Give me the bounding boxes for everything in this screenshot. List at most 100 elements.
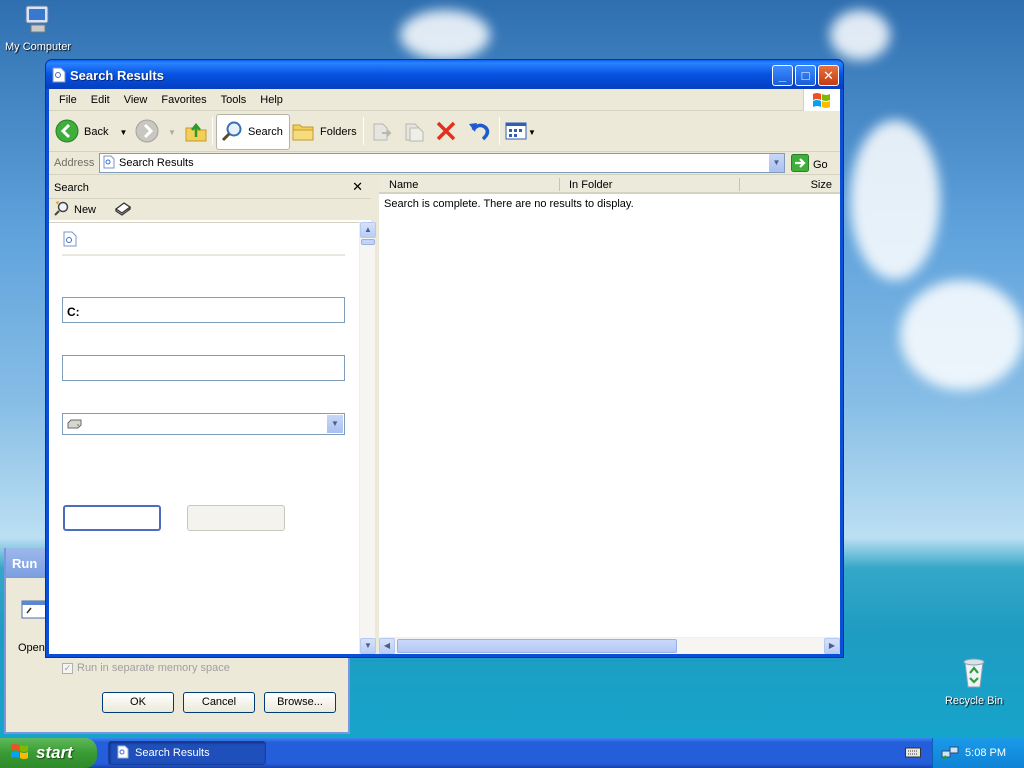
- maximize-button[interactable]: □: [795, 65, 816, 86]
- menu-view[interactable]: View: [117, 94, 155, 106]
- search-text-field[interactable]: [62, 355, 345, 381]
- results-list-view: Name In Folder Size Search is complete. …: [379, 176, 840, 654]
- column-header-name[interactable]: Name: [389, 179, 418, 191]
- menu-edit[interactable]: Edit: [84, 94, 117, 106]
- results-horizontal-scrollbar[interactable]: ◀ ▶: [379, 637, 840, 654]
- window-titlebar[interactable]: Search Results _ □ ✕: [46, 60, 843, 89]
- undo-button[interactable]: [467, 114, 491, 150]
- toolbar-separator: [212, 117, 213, 145]
- back-button[interactable]: Back ▼: [55, 114, 127, 150]
- clock[interactable]: 5:08 PM: [965, 747, 1006, 759]
- dropdown-arrow-icon[interactable]: ▼: [168, 128, 176, 137]
- column-header: Name In Folder Size: [379, 176, 840, 194]
- minimize-button[interactable]: _: [772, 65, 793, 86]
- new-search-button[interactable]: New: [54, 200, 96, 219]
- menu-favorites[interactable]: Favorites: [154, 94, 213, 106]
- scroll-thumb[interactable]: [361, 239, 375, 245]
- search-results-icon: [117, 745, 129, 762]
- menu-bar: File Edit View Favorites Tools Help: [49, 89, 840, 111]
- close-icon: ✕: [823, 68, 834, 83]
- close-pane-icon[interactable]: ✕: [352, 179, 363, 195]
- desktop-icon-my-computer[interactable]: My Computer: [0, 2, 76, 53]
- up-folder-icon: [184, 119, 208, 146]
- drive-select[interactable]: ▼: [62, 413, 345, 435]
- back-search-button[interactable]: [187, 505, 285, 531]
- network-icon[interactable]: [941, 745, 959, 764]
- forward-arrow-icon: [135, 119, 159, 146]
- window-client: File Edit View Favorites Tools Help Back…: [49, 89, 840, 654]
- run-separate-memory-checkbox[interactable]: ✓ Run in separate memory space: [62, 662, 230, 674]
- menu-file[interactable]: File: [52, 94, 84, 106]
- computer-icon: [0, 2, 76, 39]
- start-button[interactable]: start: [0, 738, 97, 768]
- start-label: start: [36, 743, 73, 762]
- delete-button[interactable]: [435, 114, 457, 150]
- menu-tools[interactable]: Tools: [214, 94, 254, 106]
- copy-to-icon: [403, 120, 425, 145]
- desktop-icon-recycle-bin[interactable]: Recycle Bin: [936, 656, 1012, 707]
- move-to-button[interactable]: [371, 114, 393, 150]
- look-in-field[interactable]: C:: [62, 297, 345, 323]
- search-pane-title: Search: [54, 182, 89, 194]
- toolbar-separator: [363, 117, 364, 145]
- cloud-decoration: [850, 120, 940, 280]
- minimize-icon: _: [778, 68, 787, 83]
- toolbar-separator: [499, 117, 500, 145]
- move-to-icon: [371, 120, 393, 145]
- search-submit-button[interactable]: [63, 505, 161, 531]
- column-divider[interactable]: [739, 178, 740, 191]
- address-bar: Address Search Results ▼ Go: [49, 152, 840, 175]
- search-pane-body: C: ▼: [49, 222, 359, 654]
- chevron-down-icon[interactable]: ▼: [327, 415, 343, 433]
- folders-label: Folders: [320, 126, 357, 138]
- folders-icon: [291, 120, 315, 145]
- scroll-left-icon[interactable]: ◀: [379, 638, 395, 654]
- document-icon: [63, 231, 77, 250]
- keyboard-icon[interactable]: [905, 746, 921, 761]
- search-icon: [221, 120, 243, 145]
- column-divider[interactable]: [559, 178, 560, 191]
- taskbar-button-label: Search Results: [135, 747, 210, 759]
- taskbar-button-search-results[interactable]: Search Results: [108, 741, 266, 765]
- browse-button[interactable]: Browse...: [264, 692, 336, 713]
- new-search-icon: [54, 200, 70, 219]
- search-button[interactable]: Search: [216, 114, 290, 150]
- address-field[interactable]: Search Results ▼: [99, 153, 785, 173]
- go-arrow-icon: [791, 154, 809, 175]
- menu-help[interactable]: Help: [253, 94, 290, 106]
- back-label: Back: [84, 126, 109, 138]
- recycle-bin-icon: [936, 656, 1012, 693]
- back-arrow-icon: [55, 119, 79, 146]
- new-search-label: New: [74, 203, 97, 216]
- search-book-icon[interactable]: [114, 200, 132, 219]
- views-icon: [505, 121, 527, 144]
- divider: [62, 254, 345, 256]
- close-button[interactable]: ✕: [818, 65, 839, 86]
- dropdown-arrow-icon[interactable]: ▼: [119, 128, 127, 137]
- windows-logo-icon: [803, 89, 840, 111]
- scroll-thumb[interactable]: [397, 639, 677, 653]
- up-folder-button[interactable]: [184, 114, 208, 150]
- copy-to-button[interactable]: [403, 114, 425, 150]
- go-button[interactable]: Go: [791, 154, 828, 175]
- search-pane-header: Search ✕: [49, 176, 371, 198]
- dropdown-arrow-icon[interactable]: ▼: [528, 128, 536, 137]
- scroll-right-icon[interactable]: ▶: [824, 638, 840, 654]
- cancel-button[interactable]: Cancel: [183, 692, 255, 713]
- chevron-down-icon: ▼: [772, 158, 781, 167]
- drive-icon: [67, 419, 83, 432]
- folders-button[interactable]: Folders: [291, 114, 357, 150]
- search-pane-scrollbar[interactable]: ▲ ▼: [359, 222, 376, 654]
- column-header-in-folder[interactable]: In Folder: [569, 179, 612, 191]
- forward-button[interactable]: ▼: [135, 114, 176, 150]
- search-results-icon: [52, 67, 66, 86]
- views-button[interactable]: ▼: [505, 114, 536, 150]
- search-results-icon: [103, 155, 115, 172]
- scroll-down-icon[interactable]: ▼: [360, 638, 376, 654]
- column-header-size[interactable]: Size: [811, 179, 832, 191]
- address-dropdown-button[interactable]: ▼: [768, 154, 784, 172]
- ok-button[interactable]: OK: [102, 692, 174, 713]
- scroll-up-icon[interactable]: ▲: [360, 222, 376, 238]
- desktop-icon-label: My Computer: [4, 41, 72, 53]
- maximize-icon: □: [801, 68, 810, 83]
